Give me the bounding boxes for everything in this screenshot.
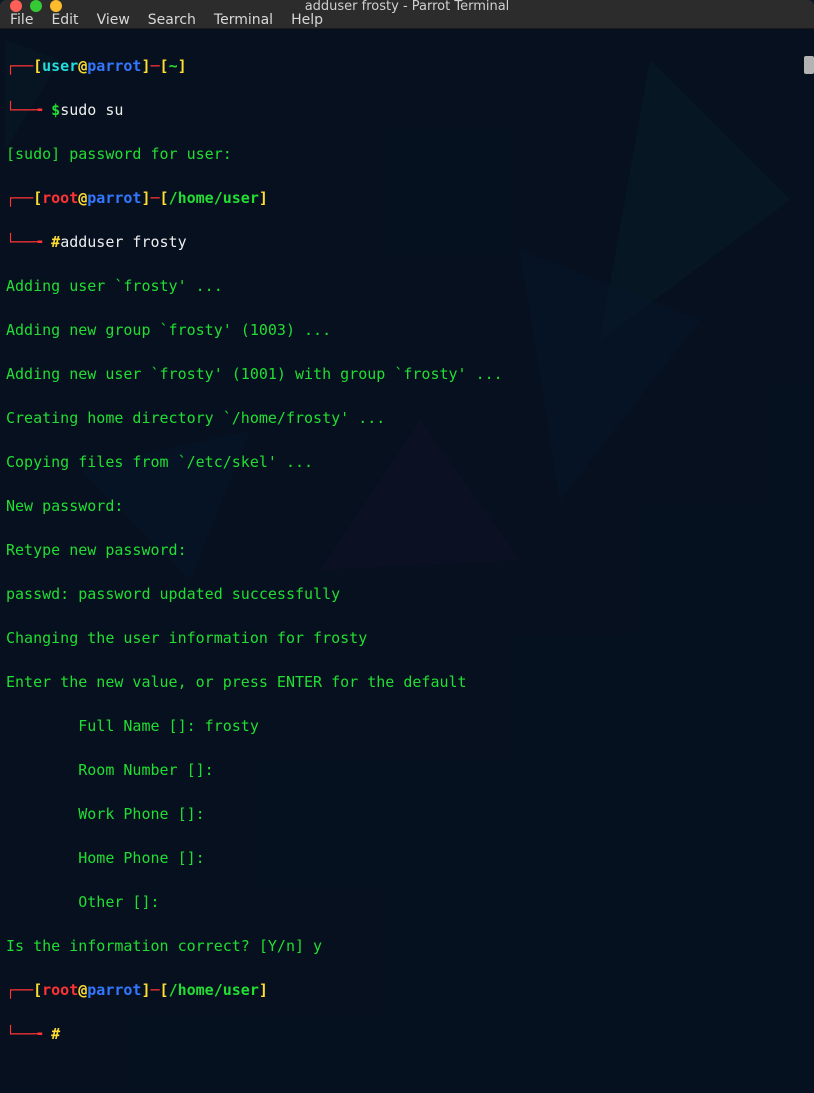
prompt-path: ~ bbox=[169, 57, 178, 75]
menubar: File Edit View Search Terminal Help bbox=[0, 12, 814, 29]
menu-file[interactable]: File bbox=[10, 12, 33, 28]
output-line: Adding user `frosty' ... bbox=[6, 275, 808, 297]
output-line: Changing the user information for frosty bbox=[6, 627, 808, 649]
output-line: Retype new password: bbox=[6, 539, 808, 561]
hash-sign: # bbox=[51, 1025, 60, 1043]
bracket: ] bbox=[141, 57, 150, 75]
titlebar[interactable]: adduser frosty - Parrot Terminal bbox=[0, 0, 814, 12]
bracket: [ bbox=[160, 189, 169, 207]
prompt-host: parrot bbox=[87, 57, 141, 75]
prompt-corner: ┌── bbox=[6, 57, 33, 75]
output-line: Creating home directory `/home/frosty' .… bbox=[6, 407, 808, 429]
bracket: ] bbox=[141, 981, 150, 999]
output-line: Room Number []: bbox=[6, 759, 808, 781]
menu-terminal[interactable]: Terminal bbox=[214, 12, 273, 28]
menu-help[interactable]: Help bbox=[291, 12, 323, 28]
output-line: New password: bbox=[6, 495, 808, 517]
bracket: [ bbox=[33, 57, 42, 75]
output-line: passwd: password updated successfully bbox=[6, 583, 808, 605]
prompt-host: parrot bbox=[87, 189, 141, 207]
output-line: Adding new user `frosty' (1001) with gro… bbox=[6, 363, 808, 385]
prompt-path: /home/user bbox=[169, 981, 259, 999]
window-title: adduser frosty - Parrot Terminal bbox=[0, 0, 814, 14]
output-line: Adding new group `frosty' (1003) ... bbox=[6, 319, 808, 341]
at-sign: @ bbox=[78, 981, 87, 999]
bracket: ] bbox=[259, 981, 268, 999]
command-text: sudo su bbox=[60, 101, 123, 119]
terminal-body[interactable]: ┌──[user@parrot]─[~] └──╼ $sudo su [sudo… bbox=[0, 29, 814, 1093]
dash: ─ bbox=[151, 57, 160, 75]
prompt-corner: ┌── bbox=[6, 189, 33, 207]
prompt-corner: └──╼ bbox=[6, 1025, 51, 1043]
at-sign: @ bbox=[78, 57, 87, 75]
output-line: Copying files from `/etc/skel' ... bbox=[6, 451, 808, 473]
bracket: [ bbox=[160, 981, 169, 999]
menu-view[interactable]: View bbox=[97, 12, 130, 28]
bracket: ] bbox=[141, 189, 150, 207]
terminal-window: adduser frosty - Parrot Terminal File Ed… bbox=[0, 0, 814, 584]
scrollbar-thumb[interactable] bbox=[804, 56, 814, 74]
prompt-corner: └──╼ bbox=[6, 233, 51, 251]
prompt-user: root bbox=[42, 981, 78, 999]
bracket: ] bbox=[259, 189, 268, 207]
output-line: Work Phone []: bbox=[6, 803, 808, 825]
command-text: adduser frosty bbox=[60, 233, 186, 251]
bracket: ] bbox=[178, 57, 187, 75]
prompt-corner: └──╼ bbox=[6, 101, 51, 119]
prompt-user: root bbox=[42, 189, 78, 207]
output-line: Is the information correct? [Y/n] y bbox=[6, 935, 808, 957]
prompt-corner: ┌── bbox=[6, 981, 33, 999]
bracket: [ bbox=[33, 189, 42, 207]
prompt-path: /home/user bbox=[169, 189, 259, 207]
prompt-host: parrot bbox=[87, 981, 141, 999]
output-line: Other []: bbox=[6, 891, 808, 913]
output-line: Enter the new value, or press ENTER for … bbox=[6, 671, 808, 693]
bracket: [ bbox=[33, 981, 42, 999]
dollar-sign: $ bbox=[51, 101, 60, 119]
prompt-user: user bbox=[42, 57, 78, 75]
output-line: [sudo] password for user: bbox=[6, 143, 808, 165]
output-line: Home Phone []: bbox=[6, 847, 808, 869]
output-line: Full Name []: frosty bbox=[6, 715, 808, 737]
at-sign: @ bbox=[78, 189, 87, 207]
menu-search[interactable]: Search bbox=[148, 12, 196, 28]
menu-edit[interactable]: Edit bbox=[51, 12, 78, 28]
dash: ─ bbox=[151, 981, 160, 999]
hash-sign: # bbox=[51, 233, 60, 251]
dash: ─ bbox=[151, 189, 160, 207]
bracket: [ bbox=[160, 57, 169, 75]
